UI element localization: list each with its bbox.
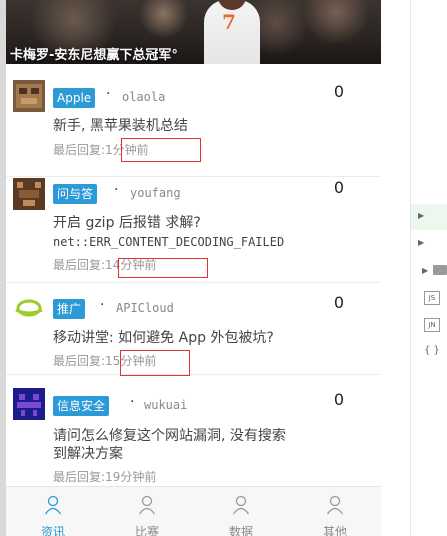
banner-title: 卡梅罗-安东尼想赢下总冠军°	[10, 48, 178, 63]
author-name[interactable]: youfang	[130, 186, 181, 200]
chevron-right-icon: ▶	[418, 238, 425, 247]
user-avatar	[13, 178, 45, 210]
chevron-right-icon[interactable]: ▶	[422, 266, 428, 275]
user-icon	[232, 495, 250, 515]
topic-title-line2[interactable]: net::ERR_CONTENT_DECODING_FAILED	[53, 233, 343, 251]
topic-title[interactable]: 请问怎么修复这个网站漏洞, 没有搜索	[53, 427, 343, 445]
reply-count: 0	[333, 390, 344, 409]
tree-row-selected[interactable]: ▶	[411, 204, 447, 230]
topic-item[interactable]: 推广 · APICloud 0 移动讲堂: 如何避免 App 外包被坑? 最后回…	[6, 282, 381, 376]
reply-count: 0	[333, 178, 344, 197]
json-file-icon[interactable]: JN	[424, 318, 440, 332]
topic-title-line2[interactable]: 到解决方案	[53, 445, 343, 463]
topic-title[interactable]: 移动讲堂: 如何避免 App 外包被坑?	[53, 329, 343, 347]
tab-matches[interactable]: 比赛	[100, 487, 194, 536]
folder-icon[interactable]	[433, 265, 447, 275]
tab-news[interactable]: 资讯	[6, 487, 100, 536]
tab-label: 其他	[322, 525, 347, 536]
tab-label: 资讯	[40, 525, 65, 536]
file-tree-panel: ▶ ▶ ▶ JS JN { }	[381, 0, 447, 536]
last-reply: 最后回复:19分钟前	[53, 470, 157, 484]
tab-label: 数据	[228, 525, 253, 536]
user-icon	[44, 495, 62, 515]
app-screen: 7 卡梅罗-安东尼想赢下总冠军° Apple · olaola 0 新手, 黑苹…	[6, 0, 381, 536]
tab-label: 比赛	[134, 525, 159, 536]
chevron-right-icon: ▶	[418, 211, 425, 220]
tab-data[interactable]: 数据	[194, 487, 288, 536]
topic-title[interactable]: 开启 gzip 后报错 求解?	[53, 214, 343, 232]
node-tag[interactable]: Apple	[53, 88, 96, 108]
node-tag[interactable]: 信息安全	[53, 396, 110, 416]
topic-item[interactable]: 信息安全 · wukuai 0 请问怎么修复这个网站漏洞, 没有搜索 到解决方案…	[6, 374, 381, 486]
topic-item[interactable]: Apple · olaola 0 新手, 黑苹果装机总结 最后回复:1分钟前	[6, 64, 381, 177]
reply-time: 19分钟前	[105, 470, 157, 484]
topic-title[interactable]: 新手, 黑苹果装机总结	[53, 117, 343, 135]
user-avatar	[13, 80, 45, 112]
user-avatar	[13, 388, 45, 420]
author-name[interactable]: wukuai	[144, 398, 187, 412]
node-tag[interactable]: 推广	[53, 299, 86, 319]
user-icon	[138, 495, 156, 515]
player-image: 7	[204, 0, 260, 64]
tree-row[interactable]: ▶	[411, 231, 447, 257]
highlight-box	[121, 138, 201, 162]
highlight-box	[118, 258, 208, 278]
user-icon	[326, 495, 344, 515]
tab-other[interactable]: 其他	[288, 487, 381, 536]
news-banner[interactable]: 7 卡梅罗-安东尼想赢下总冠军°	[6, 0, 381, 64]
topic-item[interactable]: 问与答 · youfang 0 开启 gzip 后报错 求解? net::ERR…	[6, 176, 381, 283]
reply-count: 0	[333, 82, 344, 101]
bottom-tab-bar: 资讯 比赛 数据 其他	[6, 486, 381, 536]
user-avatar	[13, 292, 45, 324]
js-file-icon[interactable]: JS	[424, 291, 440, 305]
author-name[interactable]: APICloud	[116, 301, 174, 315]
braces-icon[interactable]: { }	[424, 345, 440, 356]
node-tag[interactable]: 问与答	[53, 184, 98, 204]
highlight-box	[120, 350, 190, 376]
reply-count: 0	[333, 293, 344, 312]
author-name[interactable]: olaola	[122, 90, 165, 104]
